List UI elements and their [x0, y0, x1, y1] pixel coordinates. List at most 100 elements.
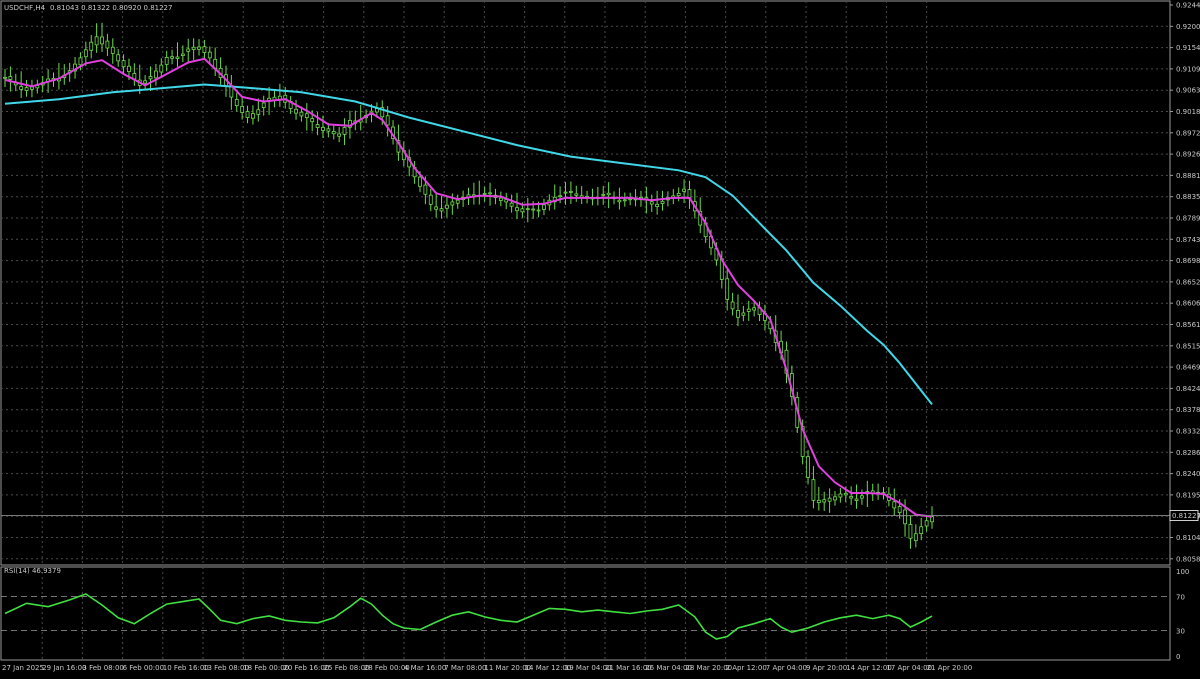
rsi-scale-label: 30 [1176, 628, 1185, 636]
time-tick-label: 6 Feb 00:00 [123, 664, 164, 672]
price-bar-body [202, 46, 207, 53]
price-bar-body [245, 111, 250, 119]
price-bar-body [860, 495, 864, 499]
price-tick-label: 0.83780 [1176, 406, 1200, 414]
chart-series [1, 22, 1170, 640]
price-bar-body [110, 46, 115, 54]
price-bar-body [849, 496, 854, 499]
price-bar-body [428, 194, 433, 205]
fast-moving-average-line [4, 57, 933, 518]
price-bar-body [116, 54, 121, 62]
price-tick-label: 0.81950 [1176, 491, 1200, 499]
price-bar-body [531, 208, 536, 211]
price-bar-body [207, 51, 212, 59]
price-tick-label: 0.84240 [1176, 385, 1200, 393]
price-bar-body [78, 57, 83, 66]
price-bar-body [558, 195, 563, 198]
price-bar-body [251, 113, 255, 119]
price-bar-body [439, 208, 444, 212]
price-bar-body [752, 307, 757, 311]
price-chart[interactable]: 27 Jan 2025 29 Jan 16:00 3 Feb 08:00 6 Feb … [0, 0, 1200, 675]
price-bar-body [525, 208, 530, 211]
price-tick-label: 0.86060 [1176, 300, 1200, 308]
price-bar-body [569, 191, 573, 193]
price-bar-body [148, 76, 153, 80]
time-tick-label: 21 Apr 20:00 [927, 664, 973, 672]
price-tick-label: 0.80580 [1176, 555, 1200, 563]
time-tick-label: 4 Mar 16:00 [404, 664, 446, 672]
price-bar-body [127, 65, 131, 72]
price-tick-label: 0.90180 [1176, 108, 1200, 116]
price-tick-label: 0.84690 [1176, 364, 1200, 372]
price-bar-body [903, 509, 907, 525]
time-tick-label: 9 Apr 20:00 [806, 664, 847, 672]
price-bar-body [822, 499, 827, 503]
price-bar-body [509, 202, 514, 207]
price-tick-label: 0.82400 [1176, 470, 1200, 478]
price-bar-body [649, 201, 654, 205]
time-tick-label: 14 Apr 12:00 [846, 664, 892, 672]
price-pane-frame [0, 0, 1171, 566]
price-tick-label: 0.86520 [1176, 278, 1200, 286]
price-tick-label: 0.81040 [1176, 534, 1200, 542]
price-bar-body [8, 76, 13, 80]
price-bar-body [94, 36, 99, 46]
price-bar-body [121, 60, 126, 68]
price-bar-body [234, 99, 239, 106]
price-bar-body [24, 87, 29, 91]
time-tick-label: 17 Apr 04:00 [886, 664, 932, 672]
price-tick-label: 0.87890 [1176, 215, 1200, 223]
time-tick-label: 27 Jan 2025 [2, 664, 44, 672]
rsi-pane-frame [0, 566, 1171, 661]
price-bar-body [294, 108, 298, 114]
time-tick-label: 2 Apr 12:00 [726, 664, 767, 672]
price-bar-body [746, 308, 751, 312]
price-bar-body [854, 498, 859, 501]
price-bar-body [725, 278, 730, 300]
current-price-label: 0.81227 [1172, 512, 1200, 520]
price-bar-body [83, 49, 88, 58]
price-bar-body [342, 127, 347, 135]
price-bar-body [418, 176, 422, 187]
price-bar-body [482, 193, 487, 195]
price-bar-body [170, 56, 174, 59]
price-bar-body [315, 124, 320, 128]
price-bar-body [299, 111, 304, 117]
price-bar-body [660, 200, 665, 205]
time-tick-label: 7 Mar 08:00 [444, 664, 486, 672]
price-tick-label: 0.92000 [1176, 23, 1200, 31]
price-bar-body [838, 493, 843, 498]
price-bar-body [563, 191, 568, 194]
price-bar-body [682, 188, 686, 192]
price-bar-body [326, 128, 331, 132]
price-bar-body [536, 209, 541, 212]
price-bar-body [197, 46, 201, 50]
time-tick-label: 20 Feb 16:00 [283, 664, 329, 672]
price-bar-body [498, 197, 503, 201]
time-tick-label: 10 Feb 16:00 [163, 664, 209, 672]
rsi-label: RSI(14) 46.9379 [4, 567, 61, 575]
price-tick-label: 0.87430 [1176, 236, 1200, 244]
price-tick-label: 0.91540 [1176, 44, 1200, 52]
price-bar-body [434, 206, 439, 210]
price-bar-body [601, 193, 606, 196]
price-bar-body [574, 193, 579, 196]
price-tick-label: 0.89260 [1176, 151, 1200, 159]
price-bar-body [843, 492, 848, 496]
price-bar-body [655, 203, 660, 208]
chart-canvas[interactable]: 27 Jan 202529 Jan 16:003 Feb 08:006 Feb … [0, 0, 1200, 675]
price-bar-body [924, 520, 929, 527]
rsi-scale-label: 0 [1176, 653, 1180, 661]
price-tick-label: 0.88350 [1176, 193, 1200, 201]
price-bar-body [515, 207, 519, 212]
price-bar-body [919, 526, 924, 535]
price-bar-body [423, 184, 428, 195]
price-bar-body [488, 192, 492, 195]
price-bar-body [261, 102, 266, 109]
price-bar-body [542, 204, 546, 210]
time-tick-label: 28 Feb 00:00 [364, 664, 410, 672]
price-bar-body [811, 479, 816, 501]
time-tick-label: 3 Feb 08:00 [82, 664, 123, 672]
price-tick-label: 0.82860 [1176, 449, 1200, 457]
price-tick-label: 0.85610 [1176, 321, 1200, 329]
